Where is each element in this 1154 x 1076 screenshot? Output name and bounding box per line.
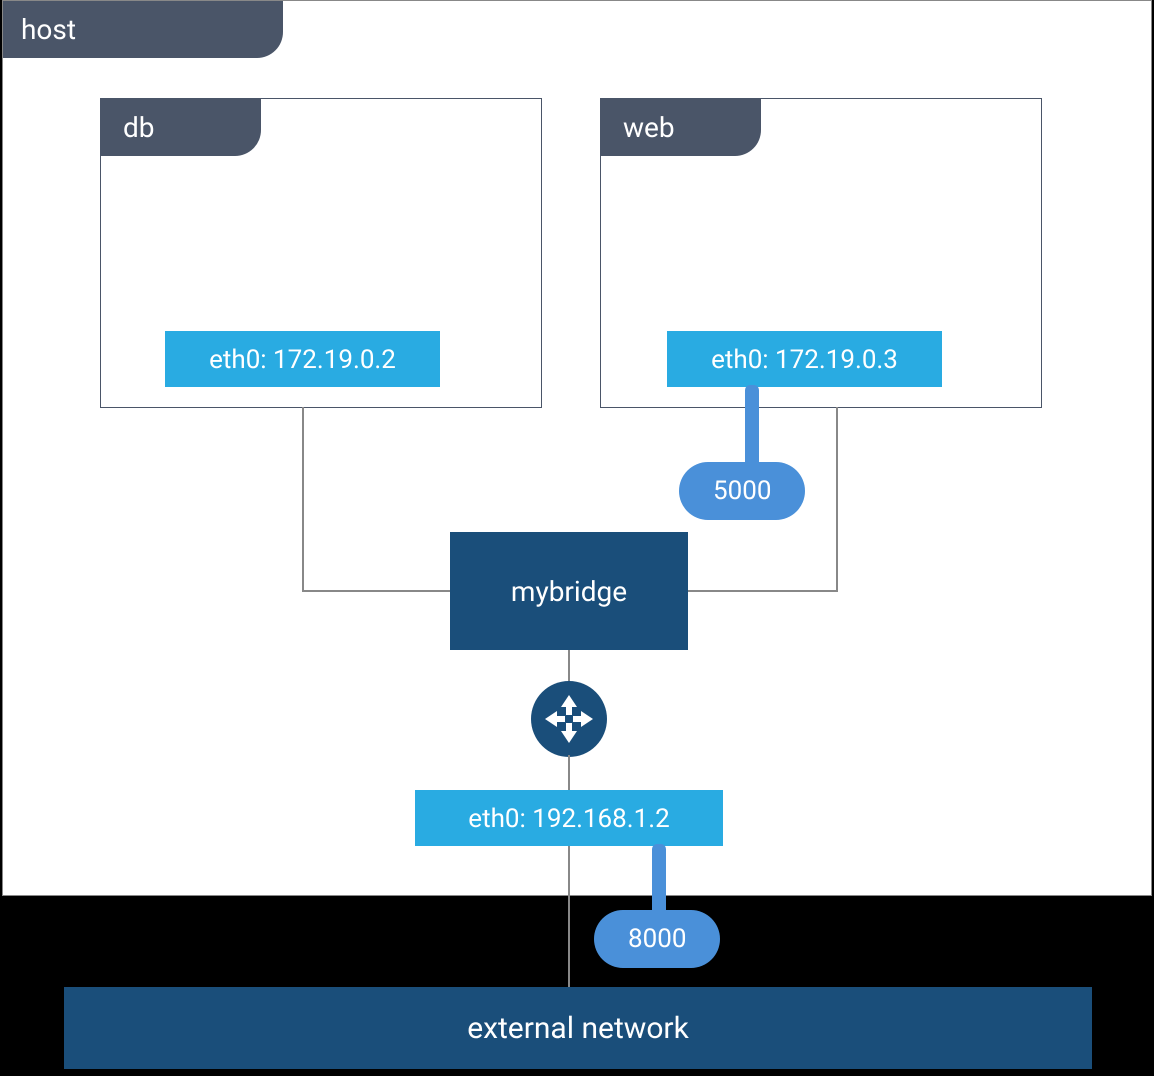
nat-hostiface-connector bbox=[568, 755, 570, 791]
external-network-box: external network bbox=[64, 987, 1092, 1069]
host-interface: eth0: 192.168.1.2 bbox=[415, 790, 723, 846]
external-port: 8000 bbox=[594, 910, 720, 968]
web-interface: eth0: 172.19.0.3 bbox=[667, 331, 942, 387]
host-label: host bbox=[3, 1, 283, 58]
hostiface-ext-connector bbox=[568, 846, 570, 988]
db-label: db bbox=[101, 99, 261, 156]
web-bridge-connector bbox=[836, 407, 838, 592]
web-label: web bbox=[601, 99, 761, 156]
host-box: host db web bbox=[2, 0, 1152, 896]
bridge-box: mybridge bbox=[450, 532, 688, 650]
web-bridge-connector-h bbox=[686, 590, 838, 592]
db-interface: eth0: 172.19.0.2 bbox=[165, 331, 440, 387]
host-port-connector bbox=[652, 844, 666, 916]
web-port-connector bbox=[745, 385, 759, 467]
web-port: 5000 bbox=[679, 462, 805, 520]
db-bridge-connector-h bbox=[302, 590, 452, 592]
nat-router-icon bbox=[531, 681, 607, 757]
db-bridge-connector bbox=[302, 407, 304, 592]
